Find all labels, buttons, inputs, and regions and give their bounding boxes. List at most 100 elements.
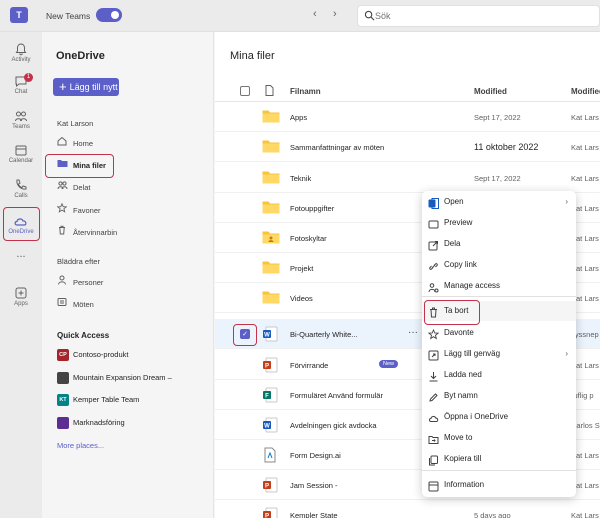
file-name[interactable]: Kempler State — [290, 511, 338, 518]
nav-item-meetings[interactable]: Möten — [57, 297, 94, 313]
rail-item-chat[interactable]: 1 Chat — [0, 70, 42, 106]
rail-item-teams[interactable]: Teams — [0, 105, 42, 141]
more-options-icon[interactable]: ··· — [408, 327, 418, 338]
menu-item-kopiera-till[interactable]: Kopiera till — [422, 449, 576, 469]
site-badge — [57, 417, 69, 430]
rail-item-calls[interactable]: Calls — [0, 174, 42, 210]
rail-label: Activity — [11, 57, 31, 63]
rail-label: Teams — [12, 124, 30, 130]
rail-item-more[interactable]: ... — [0, 247, 42, 267]
file-name[interactable]: Förvirrande — [290, 361, 328, 370]
file-name[interactable]: Fotouppgifter — [290, 204, 334, 213]
quick-access-item[interactable]: Mountain Expansion Dream – — [57, 370, 172, 386]
menu-item-label: Ladda ned — [444, 370, 482, 379]
nav-label: Delat — [73, 183, 91, 192]
move-icon — [428, 433, 439, 444]
nav-item-home[interactable]: Home — [57, 136, 93, 152]
menu-item-preview[interactable]: Preview — [422, 213, 576, 233]
info-icon — [428, 480, 439, 492]
quick-access-item[interactable]: CP Contoso-produkt — [57, 347, 128, 363]
file-name[interactable]: Projekt — [290, 264, 313, 273]
svg-text:P: P — [265, 364, 269, 370]
menu-item-label: Öppna i OneDrive — [444, 412, 509, 421]
menu-item-lägg-till-genväg[interactable]: Lägg till genväg › — [422, 344, 576, 364]
nav-label: Home — [73, 139, 94, 148]
onedrive-nav-pane: OneDrive + Lägg till nytt Kat Larson Home… — [42, 32, 214, 518]
svg-text:P: P — [265, 484, 269, 490]
word-icon — [428, 197, 439, 209]
quick-access-item[interactable]: Marknadsföring — [57, 415, 125, 431]
menu-item-davonte[interactable]: Davonte — [422, 323, 576, 343]
column-header-modified[interactable]: Modified — [474, 87, 507, 96]
menu-item-label: Dela — [444, 239, 461, 248]
file-name[interactable]: Apps — [290, 113, 307, 122]
new-badge: New — [379, 360, 399, 368]
search-box[interactable] — [357, 5, 600, 27]
menu-divider — [422, 470, 576, 471]
link-icon — [428, 260, 439, 271]
nav-item-favorites[interactable]: Favoner — [56, 202, 101, 219]
menu-item-byt-namn[interactable]: Byt namn — [422, 386, 576, 406]
select-all-checkbox[interactable] — [240, 86, 250, 96]
file-name[interactable]: Avdelningen gick avdocka — [290, 421, 377, 430]
search-input[interactable] — [375, 11, 575, 21]
teams-icon — [15, 111, 27, 122]
menu-item-öppna-i-onedrive[interactable]: Öppna i OneDrive — [422, 407, 576, 427]
file-name[interactable]: Teknik — [290, 174, 311, 183]
forward-arrow-icon[interactable]: › — [333, 8, 337, 20]
people-icon — [428, 281, 439, 293]
file-name[interactable]: Jam Session - — [290, 481, 338, 490]
table-row[interactable]: Sammanfattningar av möten 11 oktober 2022… — [215, 132, 600, 162]
share-icon — [428, 239, 439, 251]
file-name[interactable]: Bi-Quarterly White... — [290, 330, 358, 339]
file-name[interactable]: Videos — [290, 294, 313, 303]
table-row[interactable]: Teknik Sept 17, 2022 Kat Lars — [215, 163, 600, 193]
column-header-name[interactable]: Filnamn — [290, 87, 321, 96]
folder-icon — [262, 139, 280, 155]
nav-item-recycle-bin[interactable]: Återvinnarbin — [57, 225, 117, 241]
onedrive-highlight — [3, 207, 40, 241]
file-name[interactable]: Sammanfattningar av möten — [290, 143, 384, 152]
menu-item-open[interactable]: Open › — [422, 192, 576, 212]
menu-item-dela[interactable]: Dela — [422, 234, 576, 254]
menu-item-information[interactable]: Information — [422, 475, 576, 495]
trash-icon — [57, 225, 71, 241]
menu-item-move-to[interactable]: Move to — [422, 428, 576, 448]
quick-access-item[interactable]: KT Kemper Table Team — [57, 392, 139, 408]
menu-item-manage-access[interactable]: Manage access — [422, 276, 576, 296]
title-bar: T New Teams ‹ › — [0, 0, 600, 32]
copy-icon — [428, 454, 439, 466]
menu-item-ladda-ned[interactable]: Ladda ned — [422, 365, 576, 385]
forms-file-icon: F — [262, 387, 278, 405]
file-name[interactable]: Formuläret Använd formulär — [290, 391, 383, 400]
file-modified: Sept 17, 2022 — [474, 113, 521, 122]
column-header-modified-by[interactable]: Modified — [571, 87, 600, 96]
menu-item-label: Preview — [444, 218, 473, 227]
search-icon — [364, 10, 375, 21]
rail-label: Calendar — [8, 158, 34, 164]
file-modified-by: Kat Lars — [571, 174, 599, 183]
menu-item-label: Open — [444, 197, 464, 206]
new-teams-toggle[interactable] — [96, 8, 122, 22]
table-row[interactable]: Apps Sept 17, 2022 Kat Lars — [215, 102, 600, 132]
rail-item-activity[interactable]: Activity — [0, 38, 42, 74]
more-places-link[interactable]: More places... — [57, 441, 104, 450]
file-name[interactable]: Form Design.ai — [290, 451, 341, 460]
nav-item-people[interactable]: Personer — [57, 275, 103, 291]
site-badge — [57, 372, 69, 385]
rail-item-apps[interactable]: Apps — [0, 282, 42, 318]
rail-item-calendar[interactable]: Calendar — [0, 139, 42, 175]
back-arrow-icon[interactable]: ‹ — [313, 8, 317, 20]
new-teams-label: New Teams — [46, 11, 91, 21]
rail-label: Chat — [14, 89, 28, 95]
folder-icon — [262, 170, 280, 186]
svg-text:F: F — [265, 394, 269, 400]
nav-item-shared[interactable]: Delat — [57, 180, 91, 196]
table-row[interactable]: P Kempler State 5 days ago Kat Lars — [215, 500, 600, 518]
home-icon — [57, 136, 71, 152]
rail-label: Apps — [14, 301, 28, 307]
add-new-button[interactable]: + Lägg till nytt — [53, 78, 119, 96]
menu-item-copy-link[interactable]: Copy link — [422, 255, 576, 275]
apps-icon — [15, 287, 27, 299]
file-name[interactable]: Fotoskyltar — [290, 234, 327, 243]
